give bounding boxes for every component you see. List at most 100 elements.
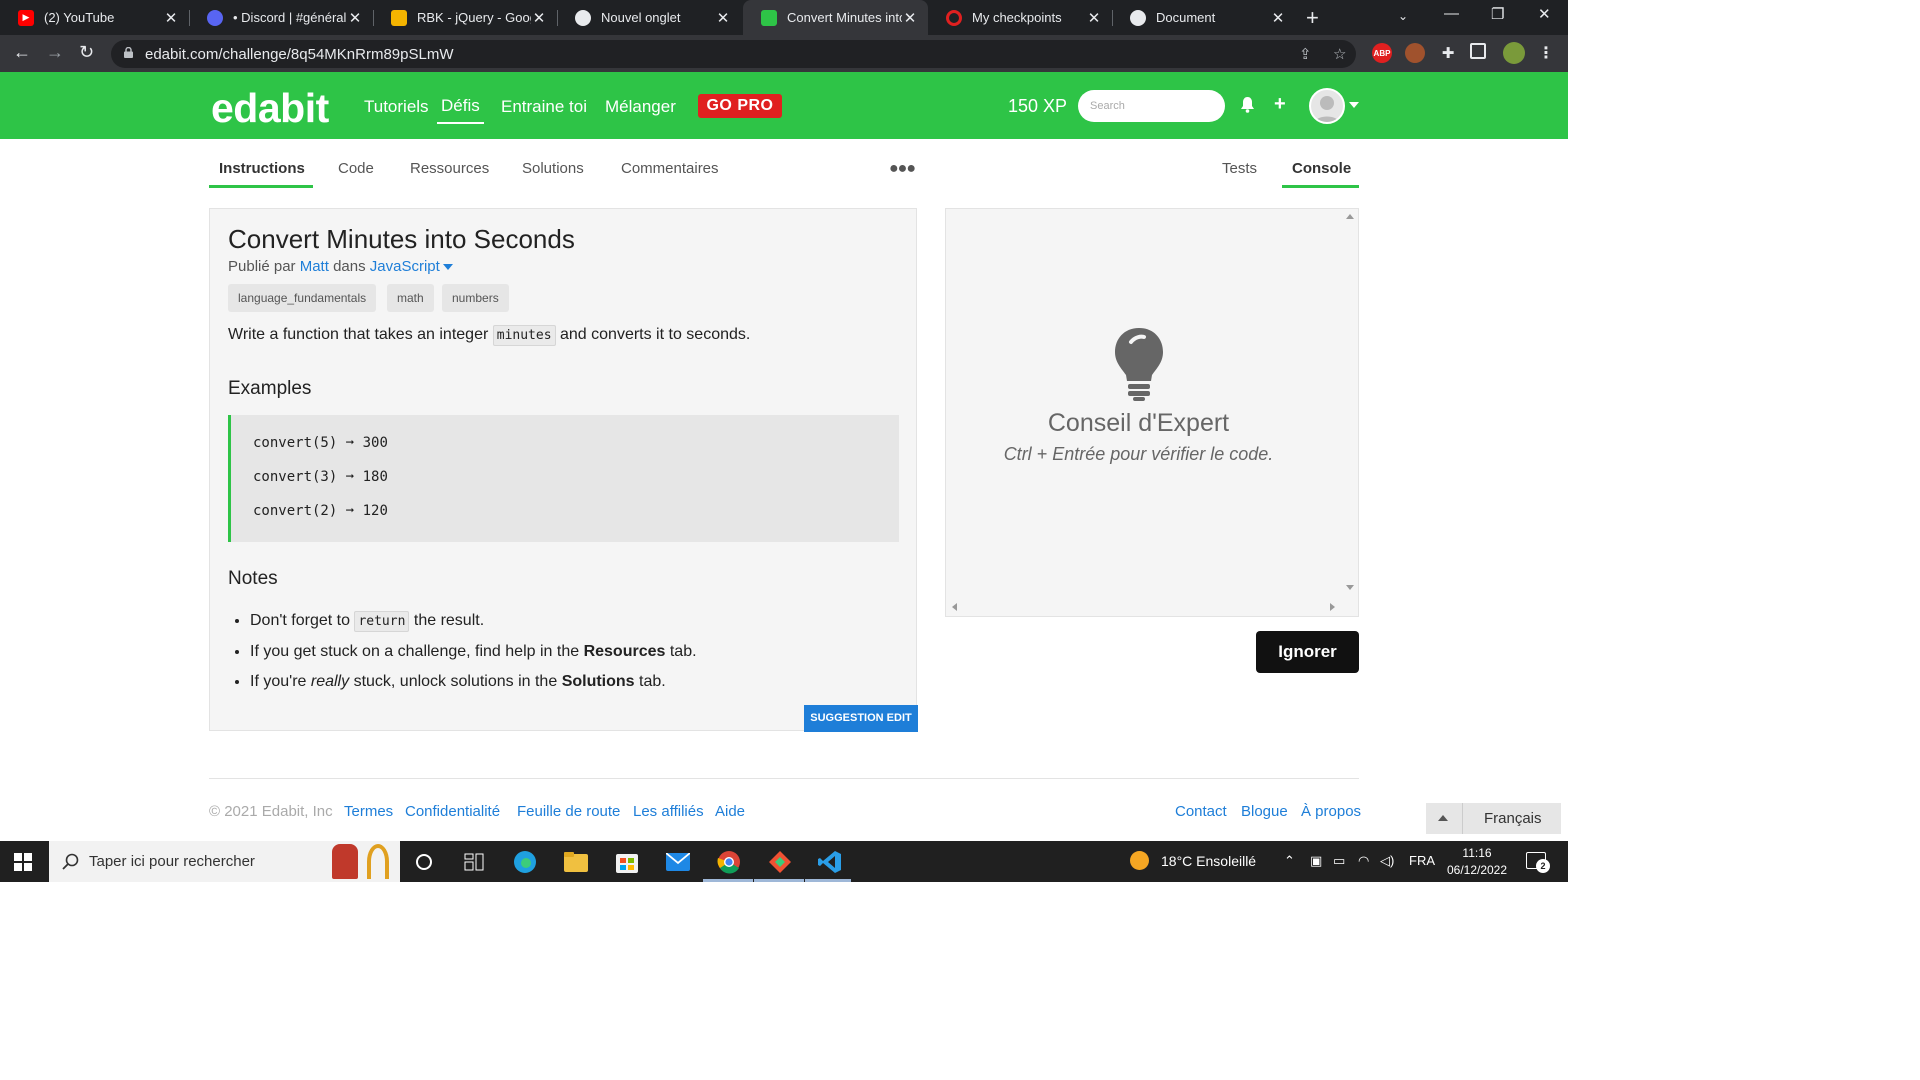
- footer-link-aide[interactable]: Aide: [715, 803, 745, 820]
- extensions-icon[interactable]: ✚: [1438, 43, 1458, 63]
- cookie-icon[interactable]: [1405, 43, 1425, 63]
- input-language[interactable]: FRA: [1409, 853, 1435, 868]
- edabit-icon: [761, 9, 777, 26]
- microsoft-store-icon[interactable]: [614, 849, 640, 875]
- example-line: convert(3) ➞ 180: [253, 469, 388, 485]
- tag-numbers[interactable]: numbers: [442, 284, 509, 312]
- footer-link-confidentialite[interactable]: Confidentialité: [405, 803, 500, 820]
- footer-link-affilies[interactable]: Les affiliés: [633, 803, 704, 820]
- tab-my-checkpoints[interactable]: My checkpoints ✕: [928, 0, 1112, 35]
- footer-link-termes[interactable]: Termes: [344, 803, 393, 820]
- forward-icon[interactable]: →: [46, 42, 64, 63]
- close-icon[interactable]: ✕: [902, 9, 918, 27]
- close-icon[interactable]: ✕: [163, 9, 179, 27]
- language-link[interactable]: JavaScript: [370, 258, 440, 275]
- sun-icon: [1130, 851, 1149, 870]
- nav-melanger[interactable]: Mélanger: [605, 97, 676, 117]
- tab-solutions[interactable]: Solutions: [512, 160, 594, 188]
- list-item: If you're really stuck, unlock solutions…: [250, 672, 697, 692]
- bell-icon[interactable]: [1240, 96, 1255, 118]
- back-icon[interactable]: ←: [13, 42, 31, 63]
- opera-icon: [946, 9, 962, 26]
- tag-language-fundamentals[interactable]: language_fundamentals: [228, 284, 377, 312]
- go-pro-button[interactable]: GO PRO: [698, 94, 782, 118]
- tab-tests[interactable]: Tests: [1212, 160, 1267, 188]
- mail-icon[interactable]: [665, 849, 691, 875]
- close-icon[interactable]: ✕: [715, 9, 731, 27]
- search-input[interactable]: [1078, 90, 1225, 122]
- adblock-icon[interactable]: ABP: [1372, 43, 1392, 63]
- more-icon[interactable]: ●●●: [889, 160, 916, 178]
- lock-icon: [124, 47, 133, 58]
- wifi-icon[interactable]: ◠: [1358, 853, 1369, 869]
- close-icon[interactable]: ✕: [347, 9, 363, 27]
- footer-link-a-propos[interactable]: À propos: [1301, 803, 1361, 820]
- horizontal-scrollbar[interactable]: [946, 599, 1342, 615]
- tag-math[interactable]: math: [387, 284, 434, 312]
- author-link[interactable]: Matt: [300, 258, 329, 275]
- nav-tutoriels[interactable]: Tutoriels: [364, 97, 429, 117]
- minimize-icon[interactable]: —: [1444, 5, 1459, 22]
- tab-discord[interactable]: • Discord | #général | ✕: [189, 0, 373, 35]
- chrome-taskbar-icon[interactable]: [716, 849, 742, 875]
- tab-youtube[interactable]: ▶ (2) YouTube ✕: [0, 0, 189, 35]
- git-icon[interactable]: [767, 849, 793, 875]
- windows-start-icon[interactable]: [14, 853, 32, 871]
- close-icon[interactable]: ✕: [1270, 9, 1286, 27]
- side-panel-icon[interactable]: [1470, 43, 1486, 59]
- tab-new-tab[interactable]: Nouvel onglet ✕: [557, 0, 741, 35]
- tab-google-slides[interactable]: RBK - jQuery - Google ✕: [373, 0, 557, 35]
- cortana-icon[interactable]: [411, 849, 437, 875]
- weather-widget[interactable]: 18°C Ensoleillé: [1130, 851, 1256, 870]
- device-icon[interactable]: ▣: [1310, 853, 1322, 869]
- tab-console[interactable]: Console: [1282, 160, 1359, 188]
- chevron-up-icon[interactable]: ⌃: [1284, 853, 1295, 869]
- battery-icon[interactable]: ▭: [1333, 853, 1345, 869]
- inline-code: minutes: [492, 325, 556, 346]
- nav-entraine-toi[interactable]: Entraine toi: [501, 97, 587, 117]
- footer-link-blogue[interactable]: Blogue: [1241, 803, 1288, 820]
- vertical-scrollbar[interactable]: [1342, 209, 1358, 599]
- plus-icon[interactable]: +: [1274, 93, 1286, 116]
- language-selector[interactable]: Français: [1426, 803, 1561, 834]
- avatar[interactable]: [1309, 88, 1345, 124]
- notification-icon[interactable]: 2: [1526, 852, 1550, 873]
- tab-commentaires[interactable]: Commentaires: [611, 160, 729, 188]
- close-icon[interactable]: ✕: [531, 9, 547, 27]
- reload-icon[interactable]: ↻: [79, 42, 94, 63]
- browser-tab-strip: ▶ (2) YouTube ✕ • Discord | #général | ✕…: [0, 0, 1568, 35]
- edge-icon[interactable]: [512, 849, 538, 875]
- chevron-down-icon[interactable]: [1349, 102, 1359, 108]
- new-tab-icon[interactable]: +: [1306, 5, 1319, 31]
- speaker-icon[interactable]: ◁): [1380, 853, 1394, 869]
- footer-link-contact[interactable]: Contact: [1175, 803, 1227, 820]
- tab-instructions[interactable]: Instructions: [209, 160, 313, 188]
- close-icon[interactable]: ✕: [1086, 9, 1102, 27]
- windows-taskbar: Taper ici pour rechercher 18°C Ensoleill…: [0, 841, 1568, 882]
- share-icon[interactable]: ⇪: [1299, 45, 1312, 63]
- bookmark-star-icon[interactable]: ☆: [1333, 45, 1346, 63]
- profile-avatar-icon[interactable]: [1503, 42, 1525, 64]
- restore-icon[interactable]: ❐: [1491, 5, 1504, 23]
- taskbar-search[interactable]: Taper ici pour rechercher: [49, 841, 400, 882]
- tab-code[interactable]: Code: [328, 160, 384, 188]
- ignore-button[interactable]: Ignorer: [1256, 631, 1359, 673]
- address-bar[interactable]: edabit.com/challenge/8q54MKnRrm89pSLmW ⇪…: [111, 40, 1356, 68]
- caret-up-icon: [1438, 815, 1448, 821]
- nav-defis[interactable]: Défis: [437, 96, 484, 124]
- edabit-logo[interactable]: edabit: [211, 85, 329, 132]
- task-view-icon[interactable]: [461, 849, 487, 875]
- tab-document[interactable]: Document ✕: [1112, 0, 1296, 35]
- window-close-icon[interactable]: ✕: [1538, 5, 1551, 23]
- tab-ressources[interactable]: Ressources: [400, 160, 499, 188]
- tab-search-icon[interactable]: ⌄: [1398, 9, 1408, 23]
- caret-down-icon[interactable]: [442, 264, 453, 271]
- footer-link-feuille-de-route[interactable]: Feuille de route: [517, 803, 620, 820]
- clock[interactable]: 11:16 06/12/2022: [1444, 845, 1510, 879]
- tab-edabit[interactable]: Convert Minutes into ✕: [743, 0, 928, 35]
- example-line: convert(5) ➞ 300: [253, 435, 388, 451]
- menu-icon[interactable]: ⋮: [1536, 43, 1556, 63]
- file-explorer-icon[interactable]: [563, 849, 589, 875]
- suggestion-edit-button[interactable]: SUGGESTION EDIT: [804, 705, 918, 732]
- vscode-icon[interactable]: [817, 849, 843, 875]
